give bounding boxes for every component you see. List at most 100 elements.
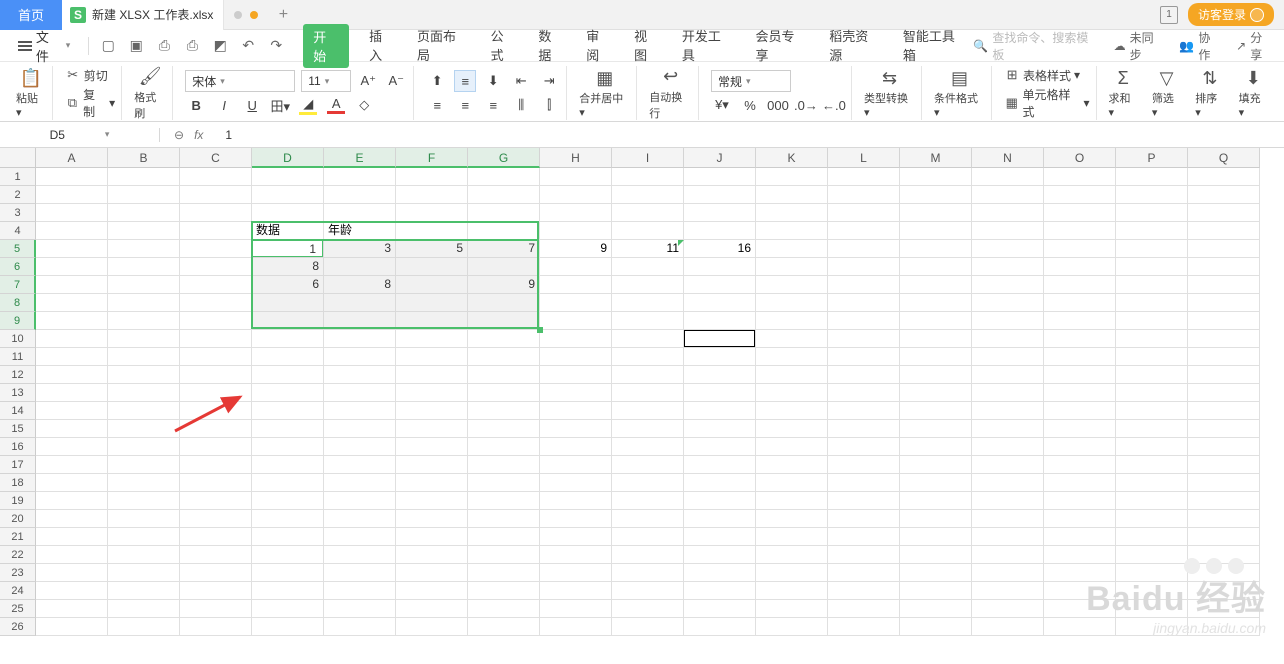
cell-C20[interactable] [180,510,252,528]
cell-B9[interactable] [108,312,180,330]
cell-C9[interactable] [180,312,252,330]
cell-F13[interactable] [396,384,468,402]
cell-C26[interactable] [180,618,252,636]
cell-L26[interactable] [828,618,900,636]
cell-G2[interactable] [468,186,540,204]
cell-C7[interactable] [180,276,252,294]
cell-E6[interactable] [324,258,396,276]
cell-B10[interactable] [108,330,180,348]
cell-L21[interactable] [828,528,900,546]
cell-C5[interactable] [180,240,252,258]
cell-E1[interactable] [324,168,396,186]
cell-M20[interactable] [900,510,972,528]
cell-O22[interactable] [1044,546,1116,564]
cell-M3[interactable] [900,204,972,222]
login-button[interactable]: 访客登录 [1188,3,1274,26]
cell-E20[interactable] [324,510,396,528]
filter-button[interactable]: ▽筛选 ▾ [1152,67,1181,119]
cell-M4[interactable] [900,222,972,240]
cell-P26[interactable] [1116,618,1188,636]
cell-J19[interactable] [684,492,756,510]
cell-F12[interactable] [396,366,468,384]
cell-Q6[interactable] [1188,258,1260,276]
col-header-D[interactable]: D [252,148,324,168]
cell-I21[interactable] [612,528,684,546]
row-header-24[interactable]: 24 [0,582,36,600]
cell-N20[interactable] [972,510,1044,528]
cell-H21[interactable] [540,528,612,546]
cell-F2[interactable] [396,186,468,204]
cell-M7[interactable] [900,276,972,294]
cell-K1[interactable] [756,168,828,186]
clear-format-button[interactable]: ◇ [353,94,375,116]
cell-P23[interactable] [1116,564,1188,582]
cell-G19[interactable] [468,492,540,510]
cell-I25[interactable] [612,600,684,618]
sum-button[interactable]: Σ求和 ▾ [1109,67,1138,119]
share-button[interactable]: ↗ 分享 [1236,29,1274,63]
cell-Q8[interactable] [1188,294,1260,312]
cell-I26[interactable] [612,618,684,636]
cell-N1[interactable] [972,168,1044,186]
row-header-20[interactable]: 20 [0,510,36,528]
cell-D23[interactable] [252,564,324,582]
cell-N6[interactable] [972,258,1044,276]
cell-D19[interactable] [252,492,324,510]
cell-F23[interactable] [396,564,468,582]
cell-K22[interactable] [756,546,828,564]
cell-C6[interactable] [180,258,252,276]
cell-F1[interactable] [396,168,468,186]
cell-Q24[interactable] [1188,582,1260,600]
cell-I13[interactable] [612,384,684,402]
font-color-button[interactable]: A [325,94,347,116]
row-header-12[interactable]: 12 [0,366,36,384]
col-header-L[interactable]: L [828,148,900,168]
cell-B20[interactable] [108,510,180,528]
cell-D22[interactable] [252,546,324,564]
row-header-18[interactable]: 18 [0,474,36,492]
row-header-16[interactable]: 16 [0,438,36,456]
cell-K6[interactable] [756,258,828,276]
cell-A25[interactable] [36,600,108,618]
cell-P18[interactable] [1116,474,1188,492]
cell-E7[interactable]: 8 [324,276,396,294]
cell-J24[interactable] [684,582,756,600]
cell-F4[interactable] [396,222,468,240]
cell-A17[interactable] [36,456,108,474]
cell-N25[interactable] [972,600,1044,618]
cell-O6[interactable] [1044,258,1116,276]
cell-Q26[interactable] [1188,618,1260,636]
cell-K13[interactable] [756,384,828,402]
row-header-8[interactable]: 8 [0,294,36,312]
cell-K19[interactable] [756,492,828,510]
col-header-B[interactable]: B [108,148,180,168]
col-header-I[interactable]: I [612,148,684,168]
cell-C23[interactable] [180,564,252,582]
col-header-C[interactable]: C [180,148,252,168]
cell-L22[interactable] [828,546,900,564]
cell-F14[interactable] [396,402,468,420]
sort-button[interactable]: ⇅排序 ▾ [1195,67,1224,119]
cell-H26[interactable] [540,618,612,636]
cell-A7[interactable] [36,276,108,294]
cell-Q1[interactable] [1188,168,1260,186]
cell-Q5[interactable] [1188,240,1260,258]
distribute-v-button[interactable]: ⫿ [538,94,560,116]
tab-devtools[interactable]: 开发工具 [680,24,736,68]
cell-N24[interactable] [972,582,1044,600]
currency-button[interactable]: ¥▾ [711,94,733,116]
cell-E2[interactable] [324,186,396,204]
cell-E4[interactable]: 年龄 [324,222,396,240]
cell-E23[interactable] [324,564,396,582]
increase-font-button[interactable]: A⁺ [357,70,379,92]
cond-fmt-button[interactable]: ▤ 条件格式 ▾ [934,67,985,119]
cell-H19[interactable] [540,492,612,510]
cell-O13[interactable] [1044,384,1116,402]
row-header-23[interactable]: 23 [0,564,36,582]
cell-G1[interactable] [468,168,540,186]
cell-H7[interactable] [540,276,612,294]
cell-C25[interactable] [180,600,252,618]
underline-button[interactable]: U [241,94,263,116]
col-header-G[interactable]: G [468,148,540,168]
cell-D2[interactable] [252,186,324,204]
